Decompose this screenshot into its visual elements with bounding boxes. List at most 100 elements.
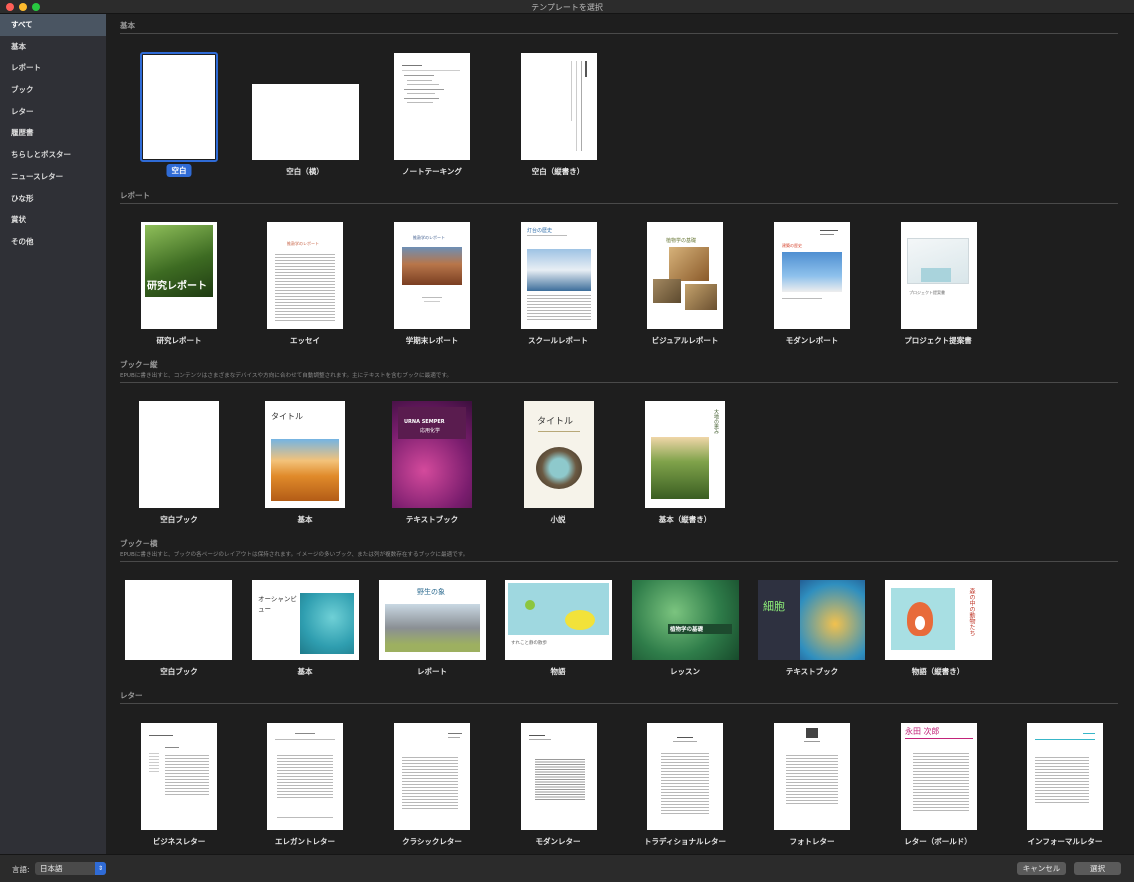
section-divider xyxy=(120,382,1118,383)
dialog-footer: 言語: 日本語 ⇕ キャンセル 選択 xyxy=(0,854,1134,882)
template-label: 空白 xyxy=(166,164,192,177)
template-landscape-textbook[interactable]: 細胞 xyxy=(758,580,865,660)
section-title: ブック－横 xyxy=(120,539,158,548)
template-thumbnail xyxy=(647,723,723,830)
template-label: ビジュアルレポート xyxy=(651,336,719,345)
template-photo-letter[interactable] xyxy=(774,723,850,830)
template-thumbnail xyxy=(394,53,470,160)
template-term-paper[interactable]: 推敲学のレポート xyxy=(394,222,470,329)
template-thumbnail xyxy=(774,723,850,830)
template-landscape-report[interactable]: 野生の象 xyxy=(379,580,486,660)
template-label: ノートテーキング xyxy=(402,167,462,176)
template-label: ビジネスレター xyxy=(152,837,206,846)
template-thumbnail xyxy=(394,723,470,830)
template-bold-letter[interactable]: 永田 次郎 xyxy=(901,723,977,830)
template-thumbnail: 灯台の歴史 xyxy=(521,222,597,329)
choose-button[interactable]: 選択 xyxy=(1074,862,1121,875)
template-visual-report[interactable]: 植物学の基礎 xyxy=(647,222,723,329)
section-book-landscape: ブック－横 EPUBに書き出すと、ブックの各ページのレイアウトは保持されます。イ… xyxy=(120,539,1118,562)
template-elegant-letter[interactable] xyxy=(267,723,343,830)
template-blank[interactable] xyxy=(140,52,218,162)
template-novel[interactable]: タイトル xyxy=(524,401,594,508)
template-label: 小説 xyxy=(550,515,566,524)
template-business-letter[interactable] xyxy=(141,723,217,830)
sidebar-item-newsletter[interactable]: ニュースレター xyxy=(0,166,106,188)
template-label: フォトレター xyxy=(789,837,835,846)
template-thumbnail: 植物学の基礎 xyxy=(647,222,723,329)
template-landscape-story[interactable]: すれこと静の散歩 xyxy=(505,580,612,660)
template-blank-vertical[interactable] xyxy=(521,53,597,160)
template-label: 空白ブック xyxy=(160,667,198,676)
template-landscape-lesson[interactable]: 植物学の基礎 xyxy=(632,580,739,660)
template-landscape-story-vertical[interactable]: 森の中の動物たち xyxy=(885,580,992,660)
section-book-portrait: ブック－縦 EPUBに書き出すと、コンテンツはさまざまなデバイスや方向に合わせて… xyxy=(120,360,1118,383)
window-title: テンプレートを選択 xyxy=(531,3,603,12)
template-school-report[interactable]: 灯台の歴史 xyxy=(521,222,597,329)
template-book-vertical[interactable]: 大地の恵み xyxy=(645,401,725,508)
template-label: 基本 xyxy=(297,667,313,676)
template-label: トラディショナルレター xyxy=(644,837,726,846)
sidebar-item-report[interactable]: レポート xyxy=(0,57,106,79)
section-letter: レター xyxy=(120,691,1118,704)
template-label: 空白（縦書き） xyxy=(531,167,585,176)
template-modern-report[interactable]: 建築の歴史 xyxy=(774,222,850,329)
sidebar-item-all[interactable]: すべて xyxy=(0,14,106,36)
template-label: 学期末レポート xyxy=(405,336,459,345)
updown-chevron-icon: ⇕ xyxy=(95,862,106,875)
template-textbook[interactable]: URNA SEMPER 応用化学 xyxy=(392,401,472,508)
template-label: 基本 xyxy=(297,515,313,524)
template-thumbnail: 建築の歴史 xyxy=(774,222,850,329)
template-label: 物語（縦書き） xyxy=(911,667,965,676)
sidebar-item-book[interactable]: ブック xyxy=(0,79,106,101)
section-divider xyxy=(120,703,1118,704)
template-landscape-basic[interactable]: オーシャンビュー xyxy=(252,580,359,660)
template-essay[interactable]: 推敲学のレポート xyxy=(267,222,343,329)
template-landscape-blank-book[interactable] xyxy=(125,580,232,660)
template-note-taking[interactable] xyxy=(394,53,470,160)
template-research-report[interactable]: 研究レポート xyxy=(141,222,217,329)
template-thumbnail: 植物学の基礎 xyxy=(632,580,739,660)
template-classic-letter[interactable] xyxy=(394,723,470,830)
template-thumbnail xyxy=(267,723,343,830)
template-thumbnail: 野生の象 xyxy=(379,580,486,660)
template-book-basic[interactable]: タイトル xyxy=(265,401,345,508)
template-thumbnail xyxy=(521,723,597,830)
template-label: エッセイ xyxy=(290,336,320,345)
template-label: プロジェクト提案書 xyxy=(904,336,972,345)
template-thumbnail: オーシャンビュー xyxy=(252,580,359,660)
template-traditional-letter[interactable] xyxy=(647,723,723,830)
section-basic: 基本 xyxy=(120,21,1118,34)
template-thumbnail: タイトル xyxy=(524,401,594,508)
template-label: クラシックレター xyxy=(402,837,462,846)
sidebar-item-certificates[interactable]: 賞状 xyxy=(0,209,106,231)
template-thumbnail: すれこと静の散歩 xyxy=(505,580,612,660)
template-label: 物語 xyxy=(550,667,566,676)
language-select-value: 日本語 xyxy=(40,864,63,873)
template-thumbnail xyxy=(141,723,217,830)
sidebar-item-basic[interactable]: 基本 xyxy=(0,36,106,58)
template-label: 基本（縦書き） xyxy=(658,515,712,524)
template-thumbnail: 永田 次郎 xyxy=(901,723,977,830)
template-label: 空白ブック xyxy=(160,515,198,524)
template-gallery[interactable]: 基本 空白 空白（横） ノートテーキング 空白（縦書き） レポート 研究レポート… xyxy=(106,14,1134,854)
template-thumbnail xyxy=(143,55,215,159)
sidebar-item-other[interactable]: その他 xyxy=(0,231,106,253)
template-blank-landscape[interactable] xyxy=(252,84,359,160)
section-divider xyxy=(120,561,1118,562)
template-project-proposal[interactable]: プロジェクト提案書 xyxy=(901,222,977,329)
template-modern-letter[interactable] xyxy=(521,723,597,830)
template-label: 研究レポート xyxy=(156,336,202,345)
template-thumbnail: 推敲学のレポート xyxy=(267,222,343,329)
sidebar-item-letter[interactable]: レター xyxy=(0,101,106,123)
template-thumbnail: プロジェクト提案書 xyxy=(901,222,977,329)
template-thumbnail: タイトル xyxy=(265,401,345,508)
cancel-button[interactable]: キャンセル xyxy=(1017,862,1066,875)
template-blank-book[interactable] xyxy=(139,401,219,508)
template-informal-letter[interactable] xyxy=(1027,723,1103,830)
sidebar-item-flyers-posters[interactable]: ちらしとポスター xyxy=(0,144,106,166)
sidebar-item-resume[interactable]: 履歴書 xyxy=(0,122,106,144)
template-thumbnail: 細胞 xyxy=(758,580,865,660)
language-select[interactable]: 日本語 ⇕ xyxy=(35,862,106,875)
sidebar-item-stationery[interactable]: ひな形 xyxy=(0,188,106,210)
template-thumbnail xyxy=(1027,723,1103,830)
